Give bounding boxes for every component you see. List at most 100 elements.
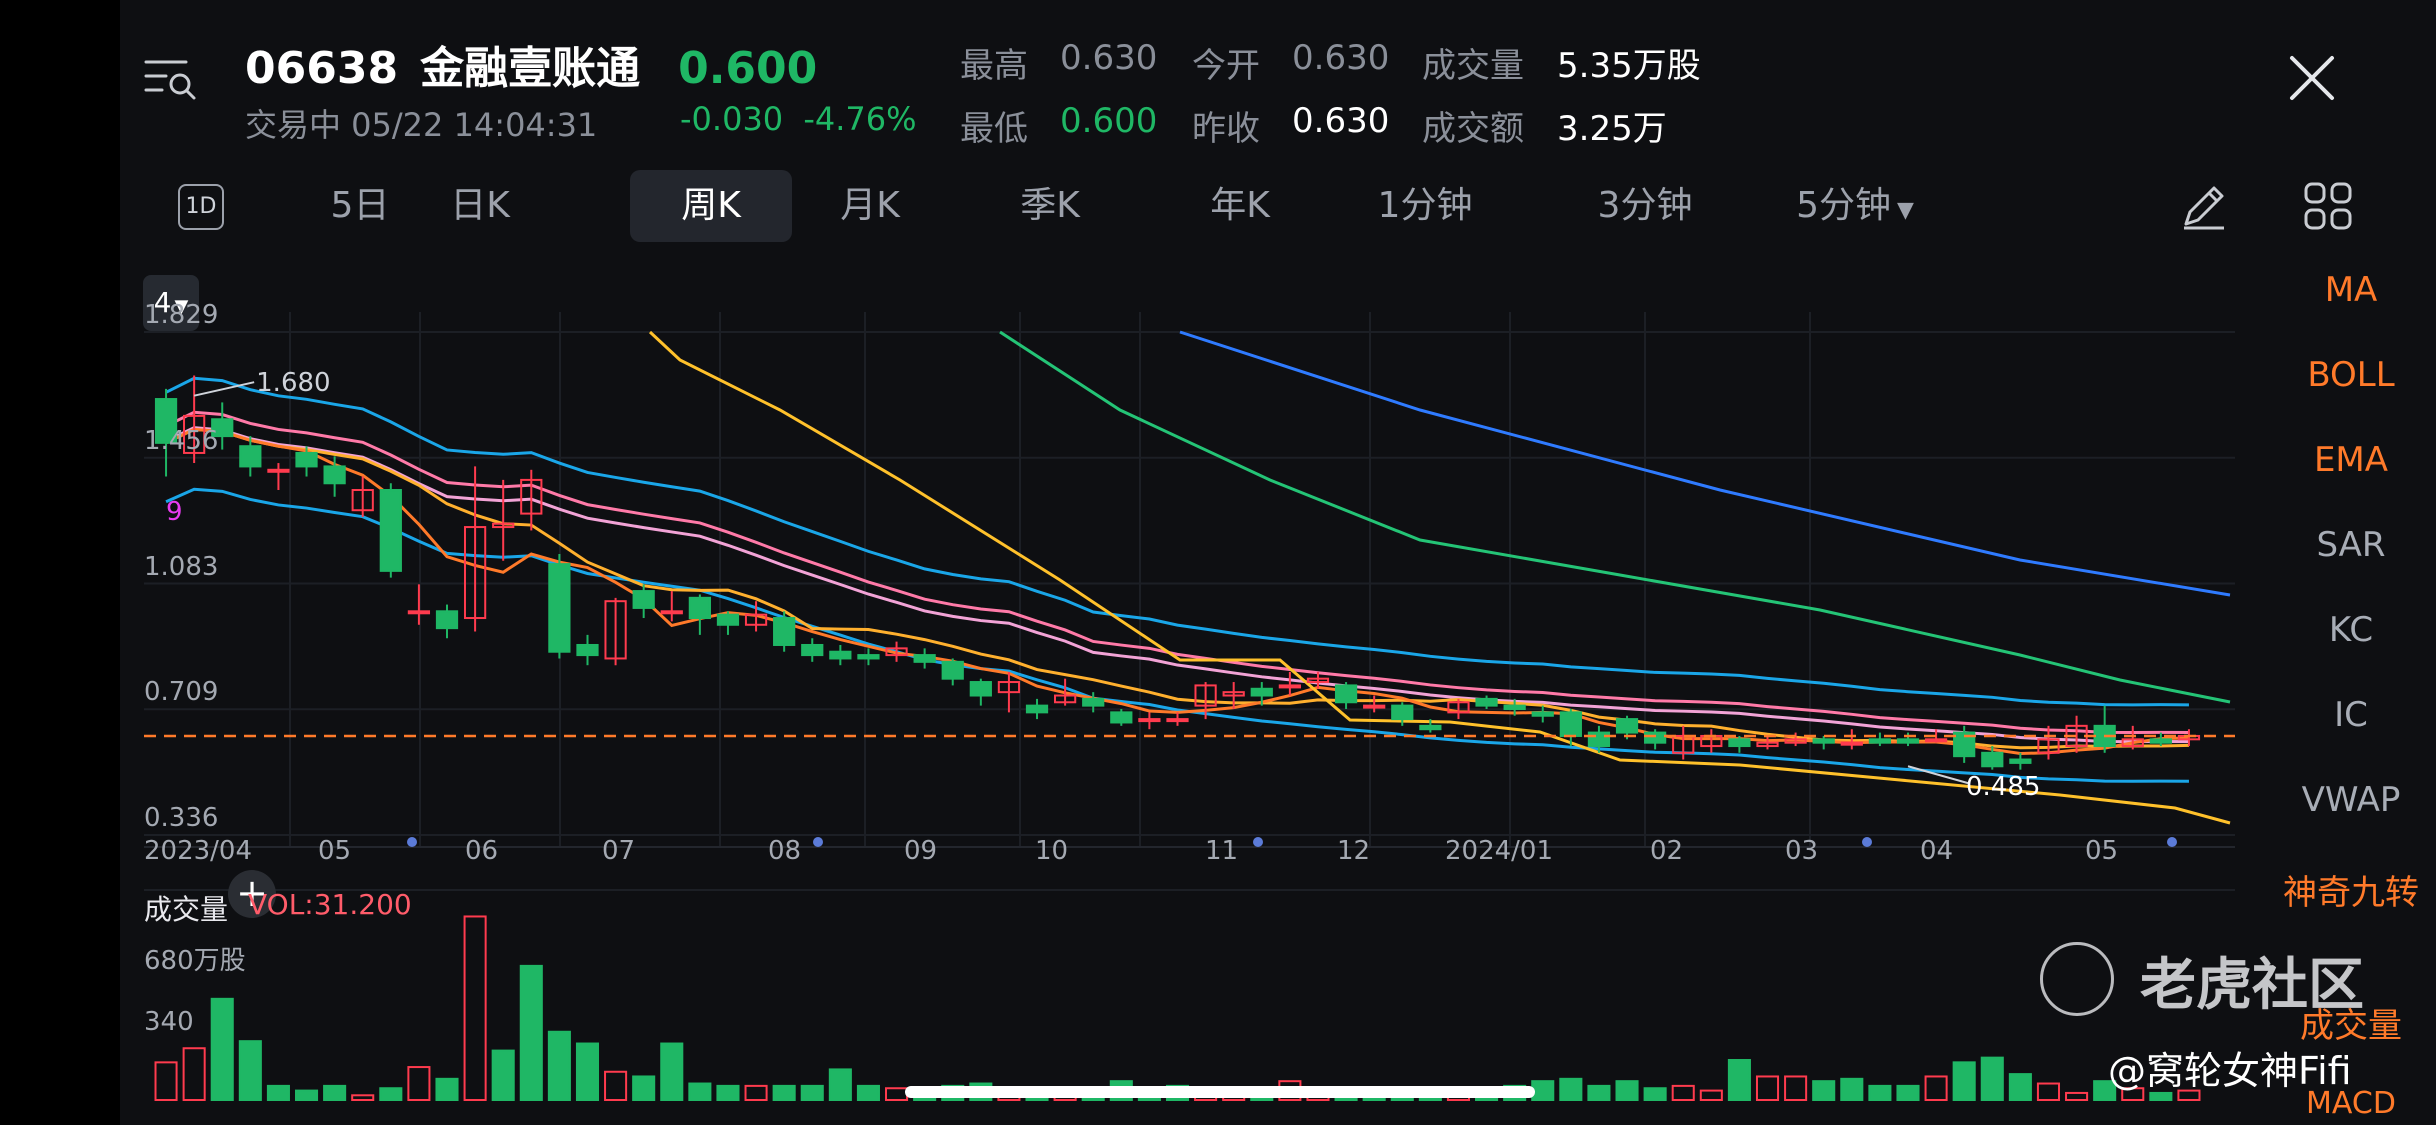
boll-upper-line [165,376,2189,707]
volume-bar [1980,1056,2004,1101]
indicator-td9[interactable]: 神奇九转 [2266,865,2436,914]
volume-bar [716,1084,740,1101]
time-axis-tick: 11 [1205,836,1239,866]
tab-monthly[interactable]: 月K [800,170,940,242]
tab-weekly[interactable]: 周K [630,170,792,242]
volume-bar [2008,1073,2032,1102]
price-change: -0.030 -4.76% [680,100,917,138]
candle-body [435,610,459,630]
prev-close-label: 昨收 [1192,109,1260,149]
time-axis-tick: 2024/01 [1445,836,1554,866]
volume-bar [294,1089,319,1102]
indicator-boll[interactable]: BOLL [2266,355,2436,395]
tab-5day[interactable]: 5日 [310,170,410,242]
candle-body [1812,738,1835,744]
price-axis-tick: 1.456 [144,425,219,456]
price-axis-tick: 0.709 [144,677,219,708]
volume-bar [519,964,543,1101]
prev-close-value: 0.630 [1292,101,1390,141]
candle-body [1615,718,1639,734]
volume-bar [2036,1082,2061,1102]
volume-bar [2065,1091,2089,1101]
volume-bar [800,1084,824,1101]
tab-3min[interactable]: 3分钟 [1565,170,1725,242]
max-price-label: 1.680 [256,368,330,398]
indicator-kc[interactable]: KC [2266,610,2436,650]
candle-body [1840,741,1863,746]
event-dot [2167,837,2177,847]
event-dot [1862,837,1872,847]
list-search-icon [144,60,196,100]
volume-bar [154,1061,178,1102]
stock-code: 06638 [245,43,399,94]
indicator-ic[interactable]: IC [2266,695,2436,735]
volume-bar [632,1075,656,1101]
last-price: 0.600 [678,43,818,94]
candle-body [773,617,796,646]
tiger-logo-icon [2040,942,2114,1016]
candle-body [323,465,346,485]
volume-bar [1868,1084,1892,1101]
layout-grid-button[interactable] [2300,178,2356,234]
volume-bar [266,1084,290,1101]
candle-body [2149,738,2172,744]
candle-body [1363,704,1386,709]
volume-bar [856,1084,880,1101]
close-button[interactable] [2282,48,2342,108]
kline-chart[interactable]: 1.680 0.485 9 [120,260,2260,1125]
indicator-vwap[interactable]: VWAP [2266,780,2436,820]
low-label: 最低 [960,109,1028,149]
candle-body [829,650,852,660]
ma10-line [165,427,2189,750]
intraday-1d-toggle[interactable]: 1D [178,184,224,230]
volume-bar [435,1077,459,1102]
time-axis-tick: 10 [1035,836,1069,866]
volume-bar [1727,1059,1751,1101]
volume-bar [1840,1077,1864,1102]
volume-readout: VOL:31.200 [248,888,412,921]
draw-tool-button[interactable] [2176,178,2232,234]
candle-body [1587,731,1611,748]
indicator-sar[interactable]: SAR [2266,525,2436,565]
candle-body [1531,711,1554,717]
candle-body [1728,738,1751,748]
volume-bar [772,1084,796,1101]
volume-bar [491,1049,515,1102]
high-value: 0.630 [1060,38,1158,78]
time-axis-tick: 03 [1785,836,1819,866]
volume-bar [885,1087,909,1101]
time-axis-tick: 07 [602,836,636,866]
pencil-icon [2184,186,2224,230]
volume-bar [351,1094,375,1102]
tab-5min[interactable]: 5分钟 ▼ [1770,170,1940,242]
indicator-ma[interactable]: MA [2266,270,2436,310]
candle-body [267,468,290,473]
tab-quarterly[interactable]: 季K [980,170,1120,242]
candle-body [1110,711,1133,724]
candle-body [688,596,711,620]
tab-1min[interactable]: 1分钟 [1345,170,1505,242]
tab-yearly[interactable]: 年K [1170,170,1310,242]
time-axis-tick: 06 [465,836,499,866]
price-axis-tick: 1.829 [144,300,219,330]
volume-axis-mid: 340 [144,1007,194,1037]
candle-body [1082,697,1105,707]
stock-list-menu-button[interactable] [140,48,200,108]
volume-bar [182,1047,206,1101]
candle-body [239,445,262,468]
grid-icon [2304,182,2352,230]
indicator-ema[interactable]: EMA [2266,440,2436,480]
volume-bar [604,1070,628,1102]
boll-lower-line [165,487,2189,783]
td9-sequence-marker: 9 [166,497,183,527]
home-indicator[interactable] [905,1086,1535,1098]
time-axis-tick: 09 [904,836,938,866]
turnover-label: 成交额 [1422,109,1524,149]
volume-bar [688,1082,712,1102]
tab-daily[interactable]: 日K [420,170,540,242]
volume-bar [1615,1080,1639,1101]
open-label: 今开 [1192,46,1260,86]
volume-bar [463,915,487,1101]
candle-body [1475,697,1498,707]
candle-body [295,451,318,468]
